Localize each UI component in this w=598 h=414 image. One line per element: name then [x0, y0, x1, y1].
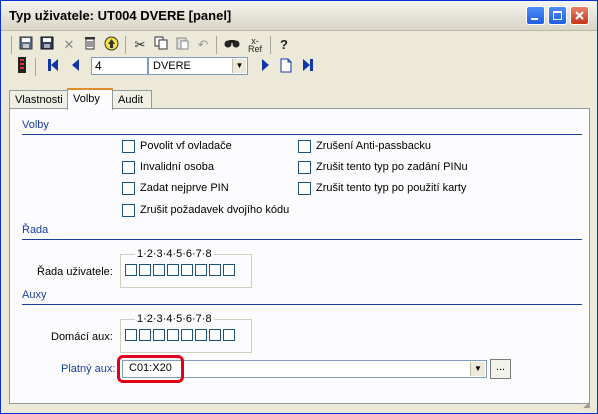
option-label: Zadat nejprve PIN — [140, 182, 229, 194]
tab-audit[interactable]: Audit — [112, 90, 152, 108]
copy-icon[interactable] — [152, 36, 170, 54]
trash-icon[interactable] — [81, 36, 99, 54]
toolbar-navigation: 4 DVERE ▼ — [11, 56, 331, 78]
domaci-bit-group: 1·2·3·4·5·6·7·8 — [120, 313, 252, 353]
checkbox[interactable] — [122, 161, 135, 174]
checkbox[interactable] — [122, 140, 135, 153]
checkbox[interactable] — [298, 140, 311, 153]
bit-checkbox[interactable] — [209, 329, 221, 341]
save-all-icon[interactable] — [38, 36, 56, 54]
option-label: Invalidní osoba — [140, 161, 214, 173]
bit-checkbox[interactable] — [139, 264, 151, 276]
minimize-button[interactable] — [526, 6, 545, 25]
browse-button[interactable]: ... — [490, 359, 511, 379]
find-icon[interactable] — [223, 36, 241, 54]
last-record-icon[interactable] — [299, 58, 317, 76]
bit-checkbox[interactable] — [209, 264, 221, 276]
minimize-icon — [531, 18, 538, 20]
bit-checkbox[interactable] — [195, 264, 207, 276]
close-icon — [575, 11, 584, 20]
option-label: Zrušit požadavek dvojího kódu — [140, 204, 290, 216]
bit-numbers: 1·2·3·4·5·6·7·8 — [135, 313, 214, 325]
section-rada-title: Řada — [22, 224, 49, 236]
next-record-icon[interactable] — [257, 58, 275, 76]
bit-checkbox[interactable] — [223, 329, 235, 341]
checkbox[interactable] — [298, 161, 311, 174]
bit-checkbox[interactable] — [195, 329, 207, 341]
record-select-value: DVERE — [153, 60, 191, 72]
checkbox[interactable] — [122, 204, 135, 217]
bit-checkbox[interactable] — [181, 264, 193, 276]
option-label: Povolit vf ovladače — [140, 140, 232, 152]
rada-uzivatele-label: Řada uživatele: — [37, 266, 113, 278]
bit-checkbox[interactable] — [181, 329, 193, 341]
record-select[interactable]: DVERE ▼ — [148, 57, 248, 75]
checkbox[interactable] — [122, 182, 135, 195]
rada-bit-group: 1·2·3·4·5·6·7·8 — [120, 248, 252, 288]
section-volby-title: Volby — [22, 119, 49, 131]
section-volby: Volby — [22, 119, 582, 135]
help-icon[interactable]: ? — [275, 36, 293, 54]
title-bar[interactable]: Typ uživatele: UT004 DVERE [panel] — [1, 1, 597, 31]
option-label: Zrušení Anti-passbacku — [316, 140, 431, 152]
paste-icon[interactable] — [173, 36, 191, 54]
first-record-icon[interactable] — [44, 58, 62, 76]
bit-checkbox[interactable] — [153, 264, 165, 276]
tab-volby[interactable]: Volby — [67, 88, 113, 110]
platny-aux-label: Platný aux: — [61, 363, 116, 375]
section-rada: Řada — [22, 224, 582, 240]
bit-checkbox[interactable] — [167, 264, 179, 276]
resize-grip-icon[interactable]: ◢ — [583, 399, 593, 409]
ref-label: Ref — [247, 44, 262, 54]
chevron-down-icon[interactable]: ▼ — [470, 362, 485, 376]
option-label: Zrušit tento typ po použití karty — [316, 182, 467, 194]
bit-checkbox[interactable] — [125, 264, 137, 276]
new-record-icon[interactable] — [277, 58, 295, 76]
maximize-button[interactable] — [548, 6, 567, 25]
bit-checkbox[interactable] — [125, 329, 137, 341]
previous-record-icon[interactable] — [66, 58, 84, 76]
option-label: Zrušit tento typ po zadání PINu — [316, 161, 468, 173]
delete-icon[interactable]: ✕ — [60, 36, 78, 54]
cut-icon[interactable]: ✂ — [131, 36, 149, 54]
domaci-aux-label: Domácí aux: — [51, 331, 113, 343]
up-icon[interactable] — [102, 36, 120, 54]
bit-checkbox[interactable] — [153, 329, 165, 341]
bit-checkbox[interactable] — [139, 329, 151, 341]
main-window: Typ uživatele: UT004 DVERE [panel] ✕ ✂ ↶… — [0, 0, 598, 414]
record-number-input[interactable]: 4 — [91, 57, 148, 75]
section-auxy-title: Auxy — [22, 289, 47, 301]
toolbar-separator — [125, 36, 126, 54]
tab-panel: Volby Povolit vf ovladače Invalidní osob… — [9, 108, 590, 404]
window-title: Typ uživatele: UT004 DVERE [panel] — [9, 8, 232, 23]
bit-numbers: 1·2·3·4·5·6·7·8 — [135, 248, 214, 260]
checkbox[interactable] — [298, 182, 311, 195]
maximize-icon — [553, 11, 562, 20]
tab-vlastnosti[interactable]: Vlastnosti — [9, 90, 68, 108]
section-auxy: Auxy — [22, 289, 582, 305]
close-button[interactable] — [570, 6, 589, 25]
toolbar-separator — [35, 58, 36, 76]
record-list-icon[interactable] — [13, 57, 31, 75]
refresh-icon[interactable]: x- Ref — [244, 36, 266, 54]
save-icon[interactable] — [17, 36, 35, 54]
chevron-down-icon[interactable]: ▼ — [232, 59, 246, 73]
bit-checkbox[interactable] — [167, 329, 179, 341]
toolbar-grip — [11, 36, 12, 54]
toolbar-separator — [216, 36, 217, 54]
undo-icon[interactable]: ↶ — [194, 36, 212, 54]
toolbar-separator — [270, 36, 271, 54]
highlight-ring — [117, 355, 184, 383]
bit-checkbox[interactable] — [223, 264, 235, 276]
